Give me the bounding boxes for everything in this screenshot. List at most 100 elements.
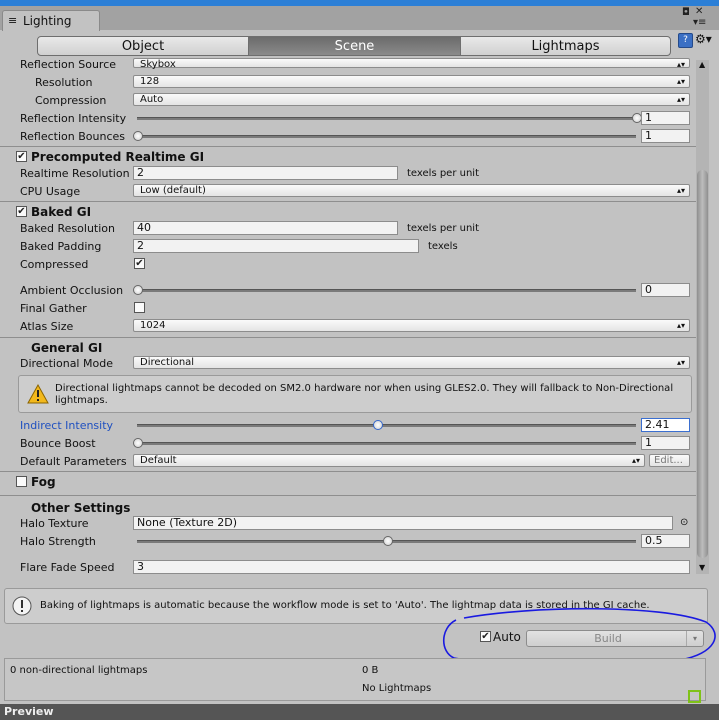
tab-object[interactable]: Object [37,36,249,56]
default-parameters-value: Default [140,455,177,466]
window-menu-icon[interactable]: ▾≡ [693,17,706,28]
atlas-size-label: Atlas Size [20,320,74,333]
compressed-checkbox[interactable]: ✔ [134,258,145,269]
dropdown-arrow-icon: ▴▾ [676,77,685,86]
flare-fade-speed-field[interactable]: 3 [133,560,690,574]
dropdown-arrow-icon: ▴▾ [676,358,685,367]
default-parameters-label: Default Parameters [20,455,127,468]
gear-icon[interactable]: ⚙▾ [695,32,712,46]
halo-strength-label: Halo Strength [20,535,96,548]
ambient-occlusion-slider-knob[interactable] [133,285,143,295]
final-gather-checkbox[interactable] [134,302,145,313]
directional-warning-text: Directional lightmaps cannot be decoded … [55,383,674,406]
reflection-compression-value: Auto [140,94,164,105]
section-divider [0,471,696,472]
close-icon[interactable]: ✕ [695,6,703,17]
reflection-bounces-slider-track[interactable] [137,135,636,138]
bounce-boost-label: Bounce Boost [20,437,96,450]
lightmap-count-text: 0 non-directional lightmaps [10,665,148,676]
reflection-resolution-dropdown[interactable]: 128 ▴▾ [133,75,690,88]
help-book-icon[interactable]: ? [678,33,693,48]
reflection-compression-dropdown[interactable]: Auto ▴▾ [133,93,690,106]
realtime-resolution-unit: texels per unit [407,168,479,179]
reflection-intensity-field[interactable]: 1 [641,111,690,125]
indirect-intensity-slider-track[interactable] [137,424,636,427]
baked-resolution-field[interactable]: 40 [133,221,398,235]
atlas-size-value: 1024 [140,320,166,331]
final-gather-label: Final Gather [20,302,87,315]
reflection-bounces-slider-knob[interactable] [133,131,143,141]
indirect-intensity-label: Indirect Intensity [20,419,114,432]
flare-fade-speed-label: Flare Fade Speed [20,561,115,574]
bounce-boost-field[interactable]: 1 [641,436,690,450]
scrollbar-thumb[interactable] [697,170,708,558]
dropdown-arrow-icon: ▴▾ [631,456,640,465]
reflection-source-value: Skybox [140,59,176,70]
baked-gi-checkbox[interactable]: ✔ [16,206,27,217]
realtime-resolution-label: Realtime Resolution [20,167,130,180]
ambient-occlusion-field[interactable]: 0 [641,283,690,297]
general-gi-header: General GI [31,341,103,355]
section-divider [0,146,696,147]
cpu-usage-label: CPU Usage [20,185,81,198]
lightmap-size-text: 0 B [362,665,379,676]
lightmap-status-text: No Lightmaps [362,683,432,694]
ambient-occlusion-slider-track[interactable] [137,289,636,292]
realtime-gi-checkbox[interactable]: ✔ [16,151,27,162]
atlas-size-dropdown[interactable]: 1024 ▴▾ [133,319,690,332]
realtime-gi-header: Precomputed Realtime GI [31,150,205,164]
realtime-resolution-field[interactable]: 2 [133,166,398,180]
fog-header: Fog [31,475,56,489]
indirect-intensity-field[interactable]: 2.41 [641,418,690,432]
tab-scene[interactable]: Scene [248,36,461,56]
reflection-source-dropdown[interactable]: Skybox ▴▾ [133,58,690,70]
baked-gi-header: Baked GI [31,205,92,219]
fog-checkbox[interactable] [16,476,27,487]
preview-bar[interactable]: Preview [0,704,719,720]
directional-warning-box: Directional lightmaps cannot be decoded … [18,375,692,413]
dropdown-arrow-icon: ▴▾ [676,321,685,330]
dropdown-arrow-icon: ▴▾ [676,186,685,195]
compressed-label: Compressed [20,258,89,271]
halo-texture-label: Halo Texture [20,517,89,530]
list-icon: ≡ [8,14,18,27]
resize-handle-marker[interactable] [688,690,701,703]
bounce-boost-slider-knob[interactable] [133,438,143,448]
other-settings-header: Other Settings [31,501,131,515]
reflection-resolution-value: 128 [140,76,160,87]
edit-parameters-button[interactable]: Edit... [649,454,690,467]
cpu-usage-dropdown[interactable]: Low (default) ▴▾ [133,184,690,197]
section-divider [0,337,696,338]
reflection-bounces-field[interactable]: 1 [641,129,690,143]
reflection-intensity-slider-track[interactable] [137,117,636,120]
reflection-compression-label: Compression [35,94,107,107]
halo-strength-field[interactable]: 0.5 [641,534,690,548]
baked-padding-label: Baked Padding [20,240,102,253]
pin-icon[interactable]: ◘ [682,7,690,18]
directional-mode-label: Directional Mode [20,357,113,370]
scroll-down-arrow-icon[interactable]: ▼ [699,563,705,572]
baked-resolution-unit: texels per unit [407,223,479,234]
ambient-occlusion-label: Ambient Occlusion [20,284,124,297]
window-tab-title: Lighting [23,14,72,28]
info-icon [12,596,32,616]
reflection-intensity-label: Reflection Intensity [20,112,127,125]
warning-icon [27,384,49,404]
lightmap-stats-panel: 0 non-directional lightmaps 0 B No Light… [4,658,706,701]
default-parameters-dropdown[interactable]: Default ▴▾ [133,454,645,467]
halo-strength-slider-knob[interactable] [382,536,393,546]
directional-mode-dropdown[interactable]: Directional ▴▾ [133,356,690,369]
section-divider [0,495,696,496]
scroll-up-arrow-icon[interactable]: ▲ [699,60,705,69]
baked-padding-field[interactable]: 2 [133,239,419,253]
bounce-boost-slider-track[interactable] [137,442,636,445]
tab-lightmaps[interactable]: Lightmaps [460,36,671,56]
indirect-intensity-slider-knob[interactable] [372,420,383,430]
tab-strip [0,6,719,30]
section-divider [0,201,696,202]
lighting-window-tab[interactable]: ≡ Lighting [2,10,100,31]
cpu-usage-value: Low (default) [140,185,206,196]
object-picker-icon[interactable]: ⊙ [680,517,688,528]
halo-texture-field[interactable]: None (Texture 2D) [133,516,673,530]
dropdown-arrow-icon: ▴▾ [676,60,685,69]
